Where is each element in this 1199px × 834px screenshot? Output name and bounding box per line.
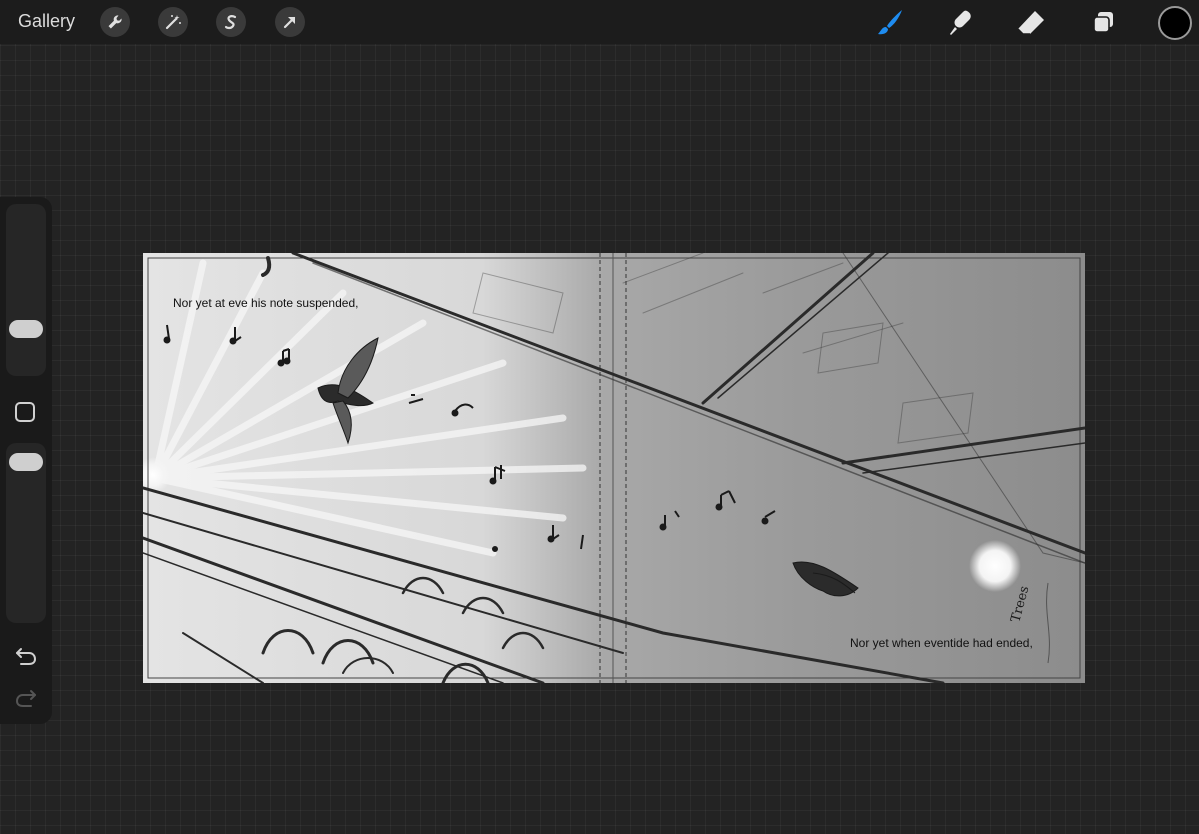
wrench-icon[interactable] xyxy=(100,7,130,37)
left-sidebar xyxy=(0,197,52,724)
magic-wand-icon[interactable] xyxy=(158,7,188,37)
opacity-slider[interactable] xyxy=(6,443,46,623)
layers-icon[interactable] xyxy=(1086,6,1120,40)
color-picker-swatch[interactable] xyxy=(1158,6,1192,40)
drawing-canvas[interactable]: Trees Nor yet at eve his note suspended,… xyxy=(143,253,1085,683)
undo-icon[interactable] xyxy=(13,645,39,667)
top-toolbar: Gallery xyxy=(0,0,1199,44)
eraser-icon[interactable] xyxy=(1014,6,1048,40)
left-page-caption: Nor yet at eve his note suspended, xyxy=(173,296,359,310)
right-page-caption: Nor yet when eventide had ended, xyxy=(850,636,1033,650)
redo-icon[interactable] xyxy=(13,687,39,709)
canvas-artwork: Trees xyxy=(143,253,1085,683)
transform-arrow-icon[interactable] xyxy=(275,7,305,37)
gallery-button[interactable]: Gallery xyxy=(18,11,75,32)
opacity-handle[interactable] xyxy=(9,453,43,471)
selection-s-icon[interactable] xyxy=(216,7,246,37)
brush-icon[interactable] xyxy=(873,6,907,40)
modify-button-icon[interactable] xyxy=(15,402,35,422)
smudge-icon[interactable] xyxy=(943,6,977,40)
brush-size-slider[interactable] xyxy=(6,204,46,376)
brush-size-handle[interactable] xyxy=(9,320,43,338)
